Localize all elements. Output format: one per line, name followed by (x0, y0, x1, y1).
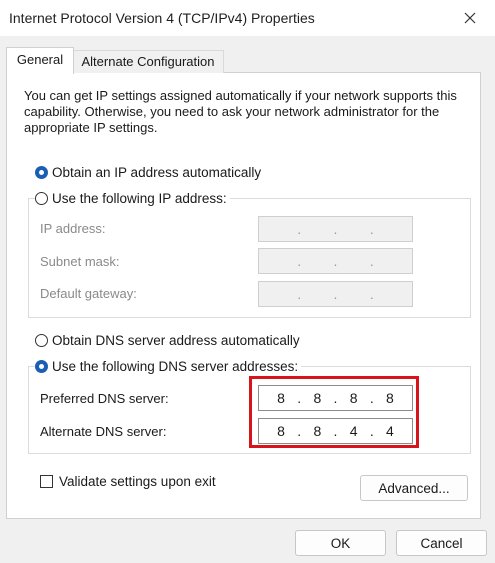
validate-settings-label: Validate settings upon exit (59, 474, 216, 489)
window-title: Internet Protocol Version 4 (TCP/IPv4) P… (9, 10, 315, 26)
preferred-dns-label: Preferred DNS server: (40, 391, 169, 406)
ip-address-label: IP address: (40, 221, 106, 236)
radio-obtain-dns-automatically[interactable]: Obtain DNS server address automatically (35, 333, 300, 348)
radio-obtain-ip-label: Obtain an IP address automatically (52, 165, 262, 180)
radio-use-ip-label: Use the following IP address: (52, 191, 227, 206)
radio-use-following-dns[interactable]: Use the following DNS server addresses: (35, 359, 302, 374)
radio-use-dns-label: Use the following DNS server addresses: (52, 359, 299, 374)
radio-button-selected[interactable] (35, 166, 48, 179)
default-gateway-input[interactable]: . . . (258, 281, 413, 307)
radio-obtain-dns-label: Obtain DNS server address automatically (52, 333, 300, 348)
description-text: You can get IP settings assigned automat… (24, 88, 457, 135)
title-bar: Internet Protocol Version 4 (TCP/IPv4) P… (0, 0, 495, 36)
subnet-mask-input[interactable]: . . . (258, 248, 413, 274)
close-button[interactable] (459, 7, 481, 29)
advanced-button[interactable]: Advanced... (360, 475, 468, 501)
ok-button[interactable]: OK (295, 530, 386, 556)
radio-button[interactable] (35, 192, 48, 205)
radio-use-following-ip[interactable]: Use the following IP address: (35, 191, 230, 206)
subnet-mask-label: Subnet mask: (40, 254, 120, 269)
default-gateway-label: Default gateway: (40, 286, 137, 301)
alternate-dns-label: Alternate DNS server: (40, 424, 167, 439)
tab-general[interactable]: General (6, 47, 74, 74)
tab-alternate-configuration-label: Alternate Configuration (81, 54, 215, 69)
validate-settings-checkbox[interactable]: Validate settings upon exit (40, 474, 216, 489)
radio-obtain-ip-automatically[interactable]: Obtain an IP address automatically (35, 165, 261, 180)
dns-highlight-annotation (249, 376, 419, 448)
radio-button-selected[interactable] (35, 360, 48, 373)
cancel-button[interactable]: Cancel (396, 530, 487, 556)
close-icon (464, 12, 476, 24)
ip-address-input[interactable]: . . . (258, 216, 413, 242)
checkbox-box[interactable] (40, 475, 53, 488)
radio-button[interactable] (35, 334, 48, 347)
tab-alternate-configuration[interactable]: Alternate Configuration (72, 50, 224, 73)
tab-general-label: General (16, 52, 64, 67)
